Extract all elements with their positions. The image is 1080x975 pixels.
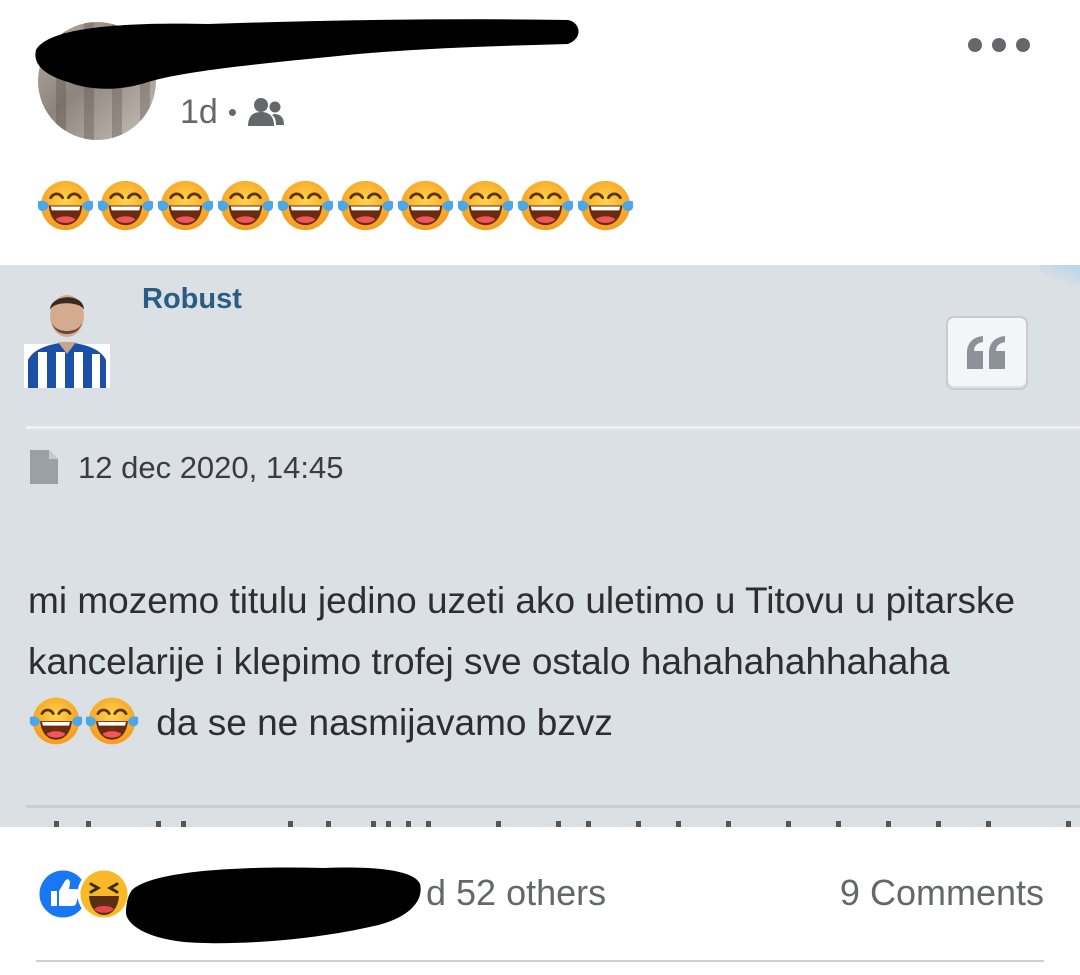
- laughing-emoji-icon: [456, 176, 515, 235]
- friends-icon[interactable]: [247, 97, 285, 127]
- reactions-summary[interactable]: [36, 867, 132, 921]
- emoji-row: [36, 176, 635, 238]
- footer-divider: [36, 960, 1044, 962]
- document-icon: [30, 450, 58, 484]
- laughing-emoji-icon: [216, 176, 275, 235]
- post-body-text: mi mozemo titulu jedino uzeti ako uletim…: [28, 580, 1016, 682]
- post-body: mi mozemo titulu jedino uzeti ako uletim…: [28, 570, 1058, 753]
- redacted-author-name: [35, 19, 579, 89]
- post-divider: [26, 426, 1080, 429]
- laughing-emoji-icon: [396, 176, 455, 235]
- reactions-count[interactable]: d 52 others: [426, 872, 606, 914]
- post-time[interactable]: 1d: [180, 93, 218, 132]
- laughing-emoji-icon: [28, 693, 84, 767]
- laughing-emoji-icon: [336, 176, 395, 235]
- forum-username: Robust: [142, 283, 242, 315]
- quote-button[interactable]: [946, 316, 1028, 390]
- post-body-text-end: da se ne nasmijavamo bzvz: [146, 702, 613, 743]
- laughing-emoji-icon: [516, 176, 575, 235]
- post-meta: 1d •: [180, 90, 285, 134]
- post-divider-bottom: [26, 805, 1080, 808]
- forum-user-avatar: [24, 295, 110, 388]
- comments-count[interactable]: 9 Comments: [840, 872, 1044, 914]
- more-options-icon[interactable]: [968, 30, 1030, 60]
- quote-icon: [967, 336, 1005, 369]
- laughing-emoji-icon: [96, 176, 155, 235]
- laughing-emoji-icon: [156, 176, 215, 235]
- post-date: 12 dec 2020, 14:45: [78, 450, 344, 485]
- laughing-emoji-icon: [576, 176, 635, 235]
- cropped-text-line: [26, 817, 1080, 827]
- redacted-reactor-names: [125, 867, 421, 944]
- inline-laugh-emojis: [28, 693, 146, 749]
- laughing-emoji-icon: [84, 693, 140, 767]
- laughing-emoji-icon: [36, 176, 95, 235]
- meta-separator: •: [227, 96, 237, 127]
- haha-icon: [77, 867, 131, 921]
- shared-screenshot[interactable]: Robust 12 dec 2020, 14:45 mi mozemo titu…: [0, 265, 1080, 827]
- laughing-emoji-icon: [276, 176, 335, 235]
